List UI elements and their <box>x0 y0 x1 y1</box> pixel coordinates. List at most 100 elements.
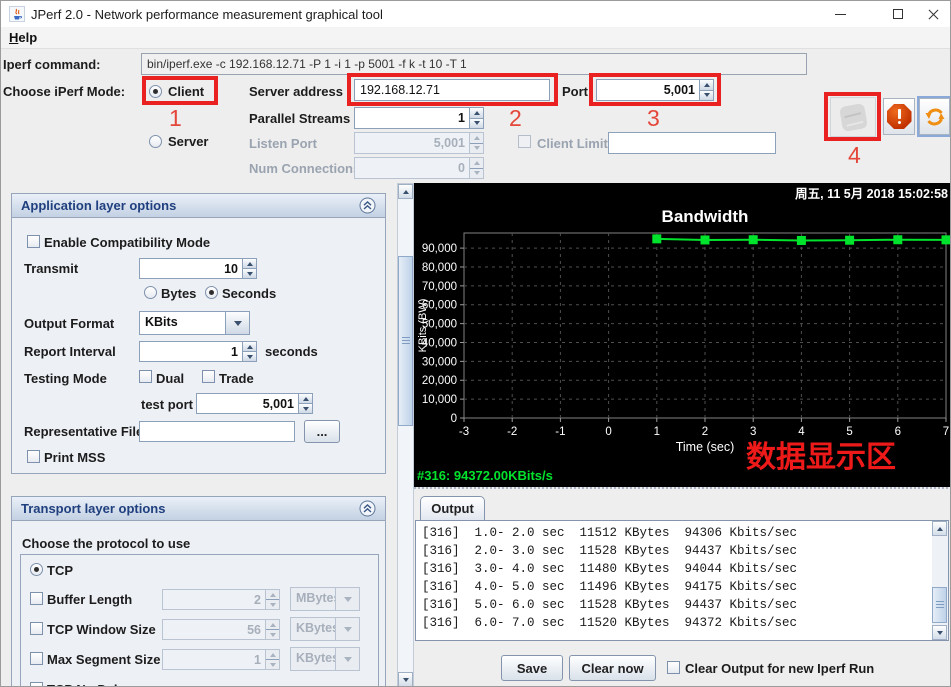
chevron-down-icon <box>234 321 242 326</box>
spin-up-icon <box>474 161 480 165</box>
compatibility-mode-checkbox[interactable] <box>27 235 40 248</box>
tcp-radio[interactable] <box>30 563 43 576</box>
spin-up-button[interactable] <box>299 394 312 403</box>
bytes-radio[interactable] <box>144 286 157 299</box>
data-point-marker <box>749 235 758 244</box>
testing-mode-label: Testing Mode <box>24 371 107 386</box>
annotation-box-1 <box>142 76 218 105</box>
menu-help[interactable]: Help <box>9 30 37 45</box>
transmit-spinner[interactable]: 10 <box>139 258 257 279</box>
close-icon <box>928 9 939 20</box>
num-connections-spinner: 0 <box>354 157 484 179</box>
stop-iperf-button[interactable] <box>883 98 915 135</box>
clear-now-button-label: Clear now <box>581 661 643 676</box>
tcp-no-delay-checkbox[interactable] <box>30 682 43 687</box>
clear-now-button[interactable]: Clear now <box>569 655 656 681</box>
transport-layer-header[interactable]: Transport layer options <box>12 497 385 521</box>
client-limit-field[interactable] <box>608 132 776 154</box>
transmit-label: Transmit <box>24 261 78 276</box>
browse-file-button[interactable]: ... <box>304 420 340 443</box>
scroll-thumb[interactable] <box>398 256 413 426</box>
output-format-value: KBits <box>140 312 225 334</box>
maximize-button[interactable] <box>881 1 915 27</box>
close-button[interactable] <box>916 1 950 27</box>
options-scrollbar[interactable] <box>397 183 414 687</box>
collapse-icon[interactable] <box>359 197 376 214</box>
tcp-window-checkbox[interactable] <box>30 622 43 635</box>
spin-up-icon <box>303 397 309 401</box>
report-interval-spinner[interactable]: 1 <box>139 341 257 362</box>
spin-down-button <box>470 168 483 179</box>
spin-up-button <box>266 620 279 629</box>
title-bar: JPerf 2.0 - Network performance measurem… <box>1 1 950 27</box>
chart-legend: #316: 94372.00KBits/s <box>417 468 553 483</box>
tcp-window-spinner: 56 <box>162 619 280 640</box>
max-segment-value: 1 <box>162 649 265 670</box>
minimize-button[interactable] <box>823 1 857 27</box>
combo-dropdown-button[interactable] <box>225 312 249 334</box>
clear-output-checkbox[interactable] <box>667 661 680 674</box>
test-port-spinner-buttons[interactable] <box>298 393 313 414</box>
iperf-command-field[interactable]: bin/iperf.exe -c 192.168.12.71 -P 1 -i 1… <box>141 53 807 75</box>
transport-layer-panel: Transport layer options Choose the proto… <box>11 496 386 687</box>
transport-layer-title: Transport layer options <box>21 501 359 516</box>
save-button-label: Save <box>517 661 547 676</box>
scroll-down-button[interactable] <box>398 672 413 687</box>
restart-iperf-button[interactable] <box>919 98 950 135</box>
trade-checkbox[interactable] <box>202 370 215 383</box>
spin-down-icon <box>474 121 480 125</box>
max-segment-unit-combo: KBytes <box>290 647 360 671</box>
tcp-no-delay-label: TCP No Delay <box>47 682 132 687</box>
spin-up-icon <box>270 623 276 627</box>
save-button[interactable]: Save <box>501 655 563 681</box>
parallel-streams-spinner-buttons[interactable] <box>469 107 484 129</box>
options-pane: Application layer options Enable Compati… <box>1 183 397 687</box>
output-format-combo[interactable]: KBits <box>139 311 250 335</box>
report-interval-value: 1 <box>139 341 242 362</box>
print-mss-checkbox[interactable] <box>27 450 40 463</box>
listen-port-spinner: 5,001 <box>354 132 484 154</box>
spin-up-button[interactable] <box>243 259 256 268</box>
spin-down-button[interactable] <box>243 351 256 361</box>
listen-port-spinner-buttons <box>469 132 484 154</box>
output-scrollbar[interactable] <box>932 521 948 640</box>
parallel-streams-spinner[interactable]: 1 <box>354 107 484 129</box>
spin-down-icon <box>247 272 253 276</box>
scroll-up-button[interactable] <box>398 184 413 199</box>
data-point-marker <box>845 236 854 245</box>
x-tick-label: -1 <box>555 426 565 438</box>
spin-up-button[interactable] <box>470 108 483 118</box>
report-interval-spinner-buttons[interactable] <box>242 341 257 362</box>
compatibility-mode-label: Enable Compatibility Mode <box>44 235 210 250</box>
bytes-radio-label: Bytes <box>161 286 196 301</box>
max-segment-checkbox[interactable] <box>30 652 43 665</box>
spin-down-button[interactable] <box>470 118 483 129</box>
data-point-marker <box>701 235 710 244</box>
test-port-spinner[interactable]: 5,001 <box>196 393 313 414</box>
scroll-down-button[interactable] <box>932 625 947 640</box>
spin-down-button[interactable] <box>243 268 256 278</box>
combo-dropdown-button <box>335 588 359 610</box>
buffer-length-checkbox[interactable] <box>30 592 43 605</box>
scroll-up-button[interactable] <box>932 521 947 536</box>
seconds-radio[interactable] <box>205 286 218 299</box>
spin-down-button[interactable] <box>299 403 312 413</box>
parallel-streams-label: Parallel Streams <box>249 111 350 126</box>
representative-file-field[interactable] <box>139 421 295 442</box>
y-tick-label: 10,000 <box>422 394 457 406</box>
buffer-length-spinner: 2 <box>162 589 280 610</box>
data-point-marker <box>652 234 661 243</box>
application-layer-header[interactable]: Application layer options <box>12 194 385 218</box>
spin-up-button[interactable] <box>243 342 256 351</box>
collapse-icon[interactable] <box>359 500 376 517</box>
buffer-length-label: Buffer Length <box>47 592 132 607</box>
output-log[interactable]: [316] 1.0- 2.0 sec 11512 KBytes 94306 Kb… <box>415 520 949 641</box>
dual-checkbox[interactable] <box>139 370 152 383</box>
server-radio[interactable] <box>149 135 162 148</box>
scroll-thumb[interactable] <box>932 587 947 623</box>
tab-output-label: Output <box>431 501 474 516</box>
spin-down-button <box>470 143 483 154</box>
transmit-spinner-buttons[interactable] <box>242 258 257 279</box>
tab-output[interactable]: Output <box>420 496 485 520</box>
chart-annotation-overlay: 数据显示区 <box>746 441 896 474</box>
